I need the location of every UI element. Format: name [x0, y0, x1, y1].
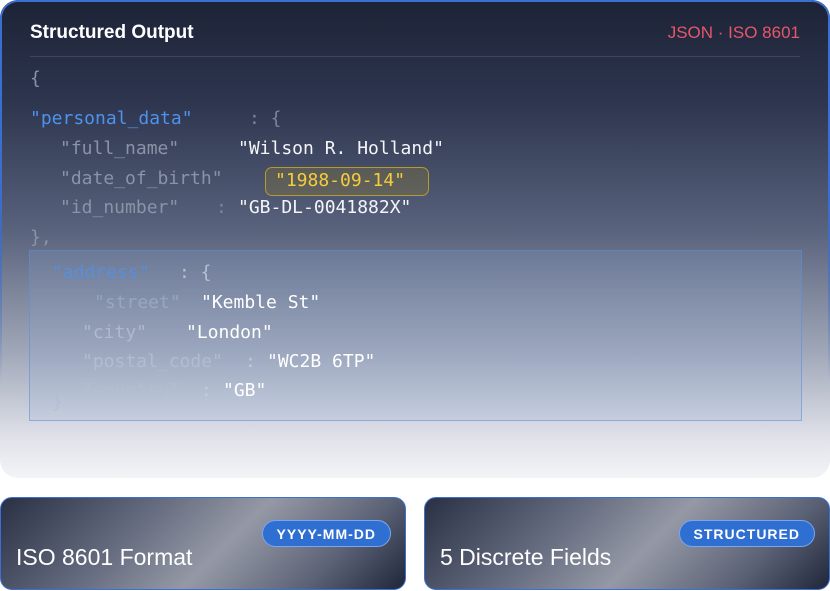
id-number-key: "id_number" — [60, 197, 180, 218]
date-of-birth-key: "date_of_birth" — [60, 168, 223, 189]
date-of-birth-value: "1988-09-14" — [275, 170, 406, 191]
city-value: "London" — [186, 322, 273, 343]
address-close: } — [52, 392, 63, 413]
id-number-separator: : — [216, 197, 227, 218]
street-key: "street" — [94, 292, 181, 313]
city-key: "city" — [82, 322, 148, 343]
personal-data-separator: : { — [249, 108, 282, 129]
postal-code-value: "WC2B 6TP" — [267, 351, 376, 372]
address-separator: : { — [179, 262, 212, 283]
id-number-value: "GB-DL-0041882X" — [238, 197, 412, 218]
discrete-fields-label: 5 Discrete Fields — [440, 544, 612, 570]
country-separator: : — [201, 380, 212, 401]
country-key: "country" — [82, 380, 180, 401]
card-title: Structured Output — [30, 22, 194, 43]
country-value: "GB" — [223, 380, 267, 401]
iso-format-card: YYYY-MM-DD ISO 8601 Format — [0, 497, 406, 590]
date-format-badge: YYYY-MM-DD — [261, 520, 391, 547]
structured-output-card: Structured Output JSON · ISO 8601 { "per… — [0, 0, 830, 478]
street-value: "Kemble St" — [201, 292, 321, 313]
full-name-value: "Wilson R. Holland" — [238, 138, 444, 159]
full-name-key: "full_name" — [60, 138, 180, 159]
format-tag: JSON · ISO 8601 — [667, 23, 800, 42]
divider — [30, 56, 800, 57]
address-key: "address" — [52, 262, 150, 283]
json-open-brace: { — [30, 68, 41, 89]
personal-data-key: "personal_data" — [30, 108, 193, 129]
discrete-fields-card: STRUCTURED 5 Discrete Fields — [424, 497, 830, 590]
personal-data-close: }, — [30, 227, 52, 248]
postal-code-key: "postal_code" — [82, 351, 223, 372]
postal-code-separator: : — [245, 351, 256, 372]
iso-format-label: ISO 8601 Format — [16, 544, 193, 570]
structured-badge: STRUCTURED — [678, 520, 815, 547]
